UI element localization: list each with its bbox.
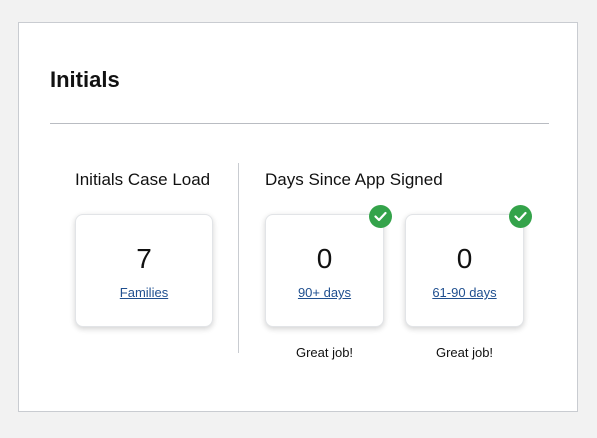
section-divider <box>238 163 239 353</box>
days-90-plus-status: Great job! <box>295 345 354 360</box>
days-since-heading: Days Since App Signed <box>265 170 443 189</box>
initials-panel: Initials Initials Case Load 7 Families D… <box>18 22 578 412</box>
families-count: 7 <box>136 243 152 274</box>
days-90-plus-card: 0 90+ days <box>265 214 384 327</box>
days-61-90-card: 0 61-90 days <box>405 214 524 327</box>
families-card: 7 Families <box>75 214 213 327</box>
days-61-90-count: 0 <box>456 243 473 274</box>
case-load-heading: Initials Case Load <box>75 170 211 189</box>
days-90-plus-count: 0 <box>316 243 333 274</box>
panel-title: Initials <box>50 67 120 92</box>
days-61-90-link[interactable]: 61-90 days <box>406 285 523 301</box>
checkmark-icon <box>509 205 532 228</box>
title-divider <box>50 123 549 124</box>
families-link[interactable]: Families <box>76 285 212 301</box>
checkmark-icon <box>369 205 392 228</box>
days-61-90-status: Great job! <box>435 345 494 360</box>
days-90-plus-link[interactable]: 90+ days <box>266 285 383 301</box>
